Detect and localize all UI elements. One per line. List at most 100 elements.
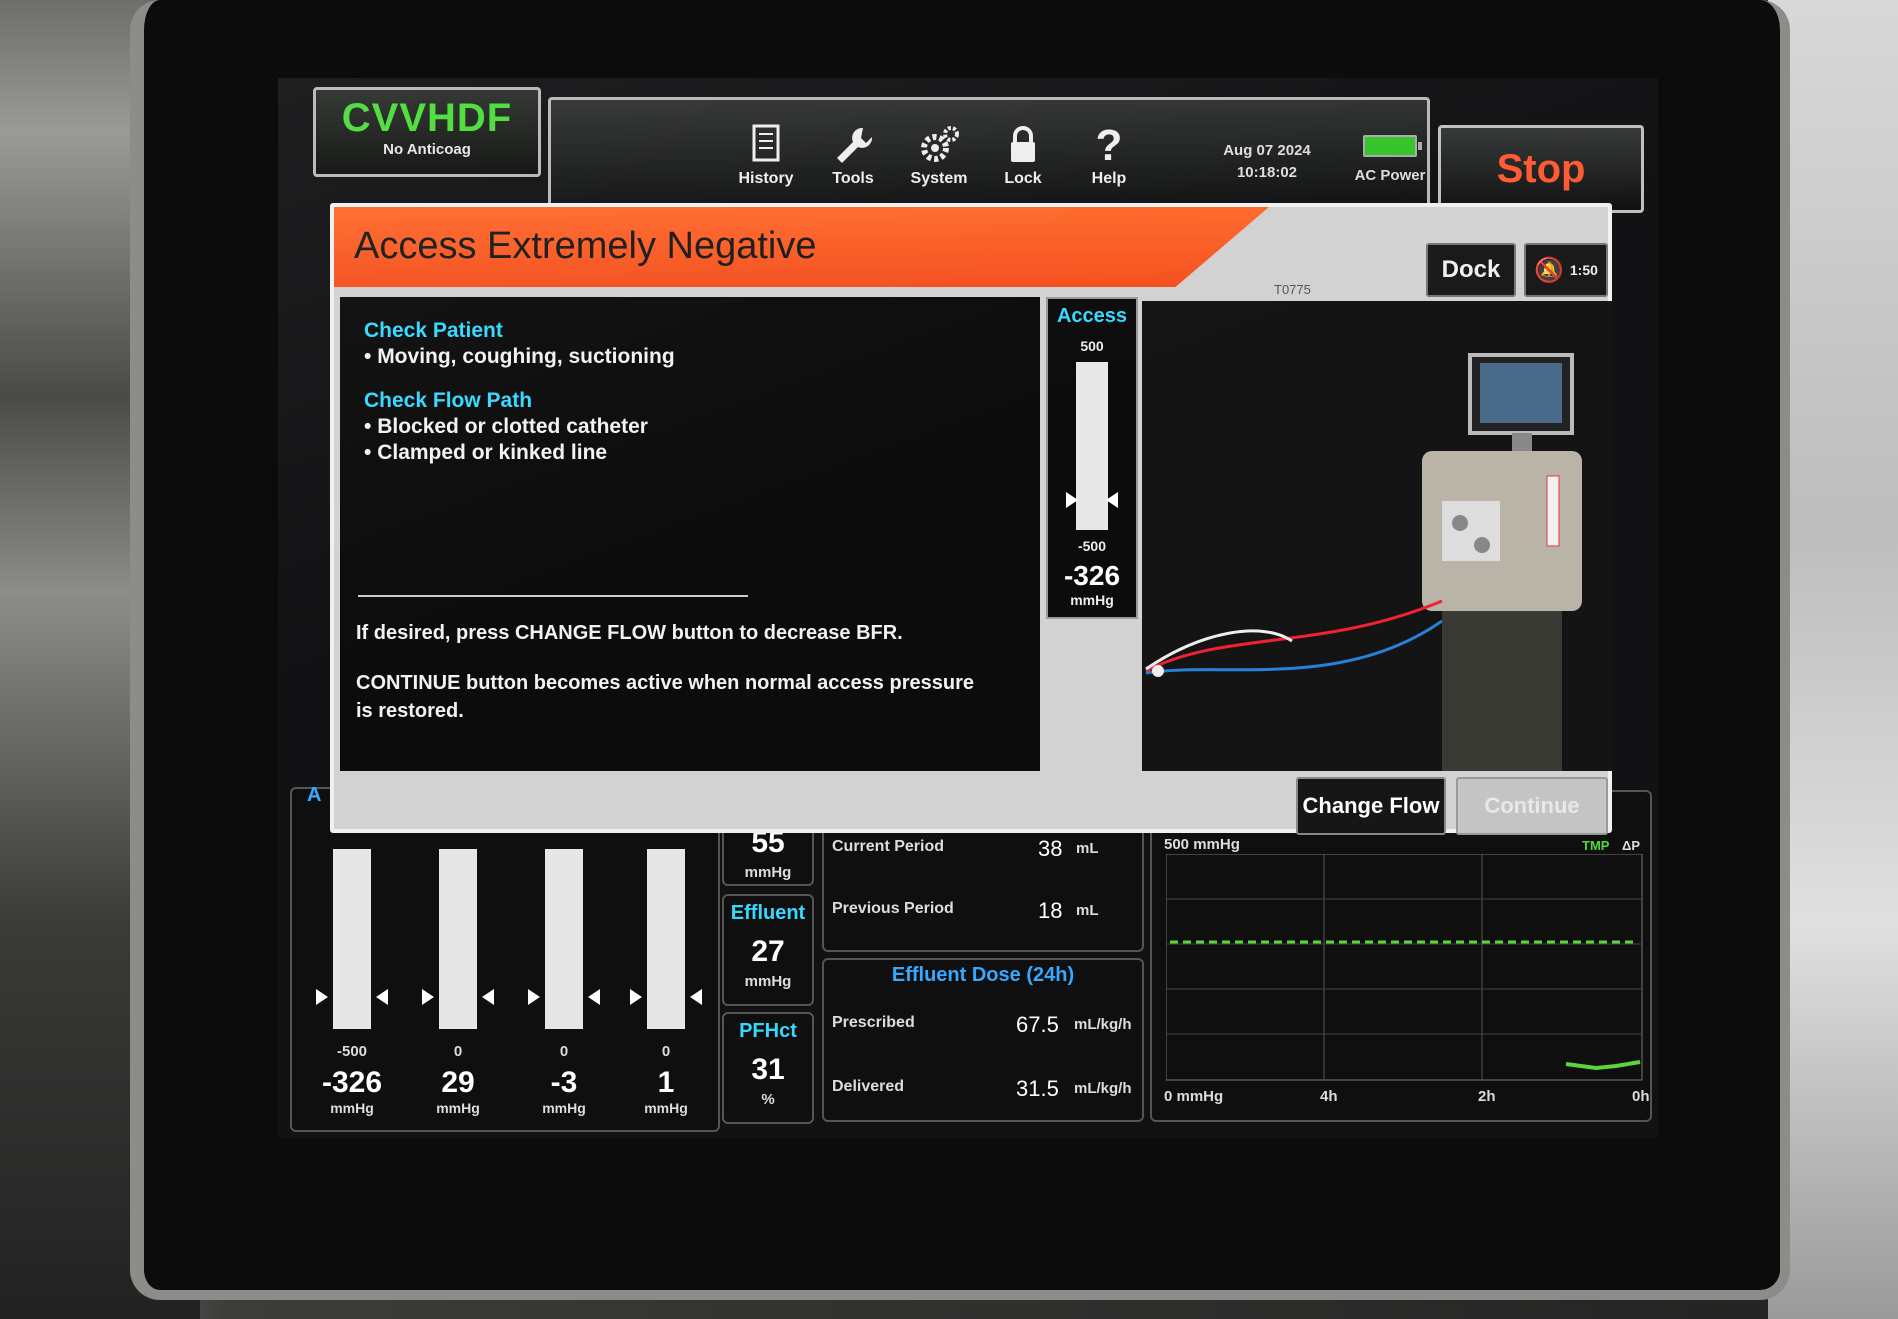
mini-unit: mmHg xyxy=(744,864,792,881)
limit-marker-left xyxy=(422,989,434,1005)
lock-label: Lock xyxy=(1004,170,1042,187)
trend-x-label: 0h xyxy=(1632,1088,1650,1105)
current-period-label: Current Period xyxy=(832,838,945,855)
gauge-value: -326 xyxy=(1063,560,1121,591)
effluent-unit: mmHg xyxy=(744,973,792,990)
divider xyxy=(358,595,748,597)
gauge-bar xyxy=(1066,362,1118,530)
pressure-unit: mmHg xyxy=(330,1100,374,1116)
pressure-limit: 0 xyxy=(453,1043,463,1060)
pressure-limit: 0 xyxy=(559,1043,569,1060)
trend-x-label: 2h xyxy=(1478,1088,1496,1105)
gauge-marker-right xyxy=(1106,492,1118,508)
history-button[interactable]: History xyxy=(726,122,806,188)
change-flow-button[interactable]: Change Flow xyxy=(1296,777,1446,835)
history-label: History xyxy=(738,170,794,187)
pressure-column[interactable]: -500 -326 mmHg xyxy=(304,849,400,1116)
photo-stage: CVVHDF No Anticoag History Tools System xyxy=(0,0,1898,1319)
trend-top-label: 500 mmHg xyxy=(1164,836,1240,853)
effluent-pressure-panel[interactable]: Effluent 27 mmHg xyxy=(722,894,814,1006)
silence-timer: 1:50 xyxy=(1569,262,1598,278)
question-icon: ? xyxy=(1095,121,1123,170)
fluid-removal-panel[interactable]: Current Period 38 mL Previous Period 18 … xyxy=(822,820,1144,952)
pressure-unit: mmHg xyxy=(644,1100,688,1116)
pressure-value: -3 xyxy=(550,1066,578,1099)
gauge-max: 500 xyxy=(1080,338,1104,354)
trend-grid xyxy=(1166,854,1643,1081)
limit-marker-right xyxy=(690,989,702,1005)
effluent-dose-title: Effluent Dose (24h) xyxy=(891,964,1075,986)
pressure-column[interactable]: 0 29 mmHg xyxy=(410,849,506,1116)
machine-illustration xyxy=(1142,301,1612,771)
bullet-item: • Clamped or kinked line xyxy=(364,441,608,464)
trend-x-label: 4h xyxy=(1320,1088,1338,1105)
pressure-column[interactable]: 0 -3 mmHg xyxy=(516,849,612,1116)
pfhct-value: 31 xyxy=(751,1053,785,1086)
power-label: AC Power xyxy=(1354,167,1426,184)
help-button[interactable]: ? Help xyxy=(1069,122,1149,188)
pressure-trend-graph[interactable]: 500 mmHg TMP ΔP 0 mmHg 4h 2h 0h xyxy=(1150,790,1652,1122)
pressure-panel: -500 -326 mmHg 0 29 mmHg 0 -3 mmHg 0 1 m… xyxy=(290,787,720,1132)
effluent-dose-panel[interactable]: Effluent Dose (24h) Prescribed 67.5 mL/k… xyxy=(822,958,1144,1122)
pressure-value: 1 xyxy=(657,1066,675,1099)
bullet-item: • Moving, coughing, suctioning xyxy=(364,345,675,368)
dock-button[interactable]: Dock xyxy=(1426,243,1516,297)
date-text: Aug 07 2024 xyxy=(1223,142,1311,159)
gauge-marker-left xyxy=(1066,492,1078,508)
limit-marker-right xyxy=(376,989,388,1005)
pressure-unit: mmHg xyxy=(542,1100,586,1116)
previous-period-label: Previous Period xyxy=(832,900,954,917)
previous-period-unit: mL xyxy=(1076,902,1099,919)
alarm-dialog: Access Extremely Negative T0775 Dock 🔕 1… xyxy=(330,203,1612,835)
prescribed-value: 67.5 xyxy=(1016,1012,1059,1037)
therapy-mode-box[interactable]: CVVHDF No Anticoag xyxy=(313,87,541,177)
previous-period-value: 18 xyxy=(1038,898,1063,923)
pressure-column[interactable]: 0 1 mmHg xyxy=(618,849,714,1116)
gears-icon xyxy=(899,122,979,170)
change-flow-note: If desired, press CHANGE FLOW button to … xyxy=(356,622,903,644)
anticoag-label: No Anticoag xyxy=(383,141,471,158)
pressure-bar xyxy=(439,849,477,1029)
limit-marker-right xyxy=(588,989,600,1005)
section-heading: Check Patient xyxy=(364,319,503,342)
limit-marker-right xyxy=(482,989,494,1005)
delivered-label: Delivered xyxy=(832,1078,905,1095)
system-label: System xyxy=(910,170,968,187)
gauge-unit: mmHg xyxy=(1070,592,1114,608)
access-pressure-gauge: Access 500 -500 -326 mmHg xyxy=(1046,297,1138,619)
pfhct-panel[interactable]: PFHct 31 % xyxy=(722,1012,814,1124)
date-time-display: Aug 07 2024 10:18:02 xyxy=(1222,140,1312,184)
alarm-code: T0775 xyxy=(1274,282,1311,297)
pressure-tab[interactable]: A xyxy=(307,784,321,807)
continue-note: CONTINUE button becomes active when norm… xyxy=(356,672,974,722)
gauge-title: Access xyxy=(1056,305,1128,327)
system-button[interactable]: System xyxy=(899,122,979,188)
current-period-unit: mL xyxy=(1076,840,1099,857)
pressure-value: 29 xyxy=(441,1066,475,1099)
limit-marker-left xyxy=(630,989,642,1005)
power-status: AC Power xyxy=(1350,135,1430,184)
time-text: 10:18:02 xyxy=(1236,164,1298,181)
bell-mute-icon: 🔕 xyxy=(1534,257,1564,285)
effluent-title: Effluent xyxy=(730,902,806,924)
continue-button[interactable]: Continue xyxy=(1456,777,1608,835)
tools-button[interactable]: Tools xyxy=(813,122,893,188)
tools-label: Tools xyxy=(832,170,874,187)
limit-marker-left xyxy=(316,989,328,1005)
alarm-title: Access Extremely Negative xyxy=(354,225,817,267)
help-label: Help xyxy=(1091,170,1127,187)
pressure-bar xyxy=(333,849,371,1029)
lock-button[interactable]: Lock xyxy=(983,122,1063,188)
trend-legend-dp: ΔP xyxy=(1622,838,1641,853)
gauge-min: -500 xyxy=(1077,538,1107,554)
alarm-title-bar: Access Extremely Negative xyxy=(334,207,1269,287)
section-heading: Check Flow Path xyxy=(364,389,533,412)
pressure-value: -326 xyxy=(321,1066,383,1099)
alarm-silence-button[interactable]: 🔕 1:50 xyxy=(1524,243,1608,297)
prescribed-unit: mL/kg/h xyxy=(1074,1016,1132,1033)
stop-button[interactable]: Stop xyxy=(1438,125,1644,213)
delivered-value: 31.5 xyxy=(1016,1076,1059,1101)
trend-bottom-label: 0 mmHg xyxy=(1164,1088,1224,1105)
pfhct-title: PFHct xyxy=(739,1020,797,1042)
pfhct-unit: % xyxy=(761,1091,775,1108)
